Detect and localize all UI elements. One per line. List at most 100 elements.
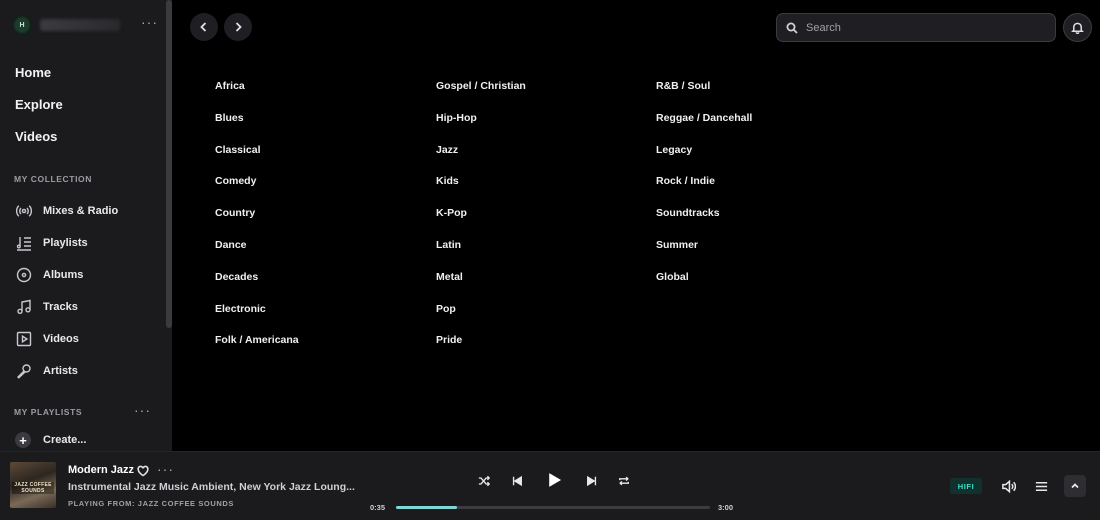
genre-link[interactable]: Pride xyxy=(436,334,526,366)
sidebar-item-label: Playlists xyxy=(43,237,88,249)
skip-next-icon xyxy=(587,475,597,487)
total-time: 3:00 xyxy=(718,503,734,512)
genre-link[interactable]: Comedy xyxy=(215,175,299,207)
playing-from[interactable]: PLAYING FROM: JAZZ COFFEE SOUNDS xyxy=(68,499,234,508)
heart-icon xyxy=(137,465,149,477)
shuffle-button[interactable] xyxy=(475,472,493,490)
genre-link[interactable]: Gospel / Christian xyxy=(436,80,526,112)
genre-link[interactable]: Blues xyxy=(215,112,299,144)
expand-player-button[interactable] xyxy=(1064,475,1086,497)
microphone-icon xyxy=(15,362,33,380)
elapsed-time: 0:35 xyxy=(370,503,386,512)
genre-link[interactable]: Folk / Americana xyxy=(215,334,299,366)
app: H ··· Home Explore Videos MY COLLECTION … xyxy=(0,0,1100,520)
album-cover-text: JAZZ COFFEE SOUNDS xyxy=(12,482,54,494)
previous-button[interactable] xyxy=(508,472,526,490)
genre-column-3: R&B / Soul Reggae / Dancehall Legacy Roc… xyxy=(656,80,752,303)
repeat-button[interactable] xyxy=(615,472,633,490)
genre-link[interactable]: Africa xyxy=(215,80,299,112)
my-playlists-heading: MY PLAYLISTS xyxy=(14,407,83,417)
sidebar-item-albums[interactable]: Albums xyxy=(15,259,118,291)
genre-link[interactable]: Classical xyxy=(215,144,299,176)
queue-button[interactable] xyxy=(1032,477,1050,495)
genre-link[interactable]: Hip-Hop xyxy=(436,112,526,144)
chevron-left-icon xyxy=(200,22,207,32)
play-button[interactable] xyxy=(543,469,565,491)
queue-icon xyxy=(1035,481,1047,491)
sidebar-item-tracks[interactable]: Tracks xyxy=(15,291,118,323)
play-icon xyxy=(549,473,562,487)
genre-link[interactable]: R&B / Soul xyxy=(656,80,752,112)
sidebar-item-videos[interactable]: Videos xyxy=(15,323,118,355)
back-button[interactable] xyxy=(190,13,218,41)
genre-link[interactable]: Summer xyxy=(656,239,752,271)
chevron-up-icon xyxy=(1071,483,1079,489)
notifications-button[interactable] xyxy=(1063,13,1092,42)
genre-link[interactable]: Decades xyxy=(215,271,299,303)
sidebar-item-playlists[interactable]: Playlists xyxy=(15,227,118,259)
genre-link[interactable]: Kids xyxy=(436,175,526,207)
collection-list: Mixes & Radio Playlists Albums Tracks Vi… xyxy=(15,195,118,387)
genre-column-1: Africa Blues Classical Comedy Country Da… xyxy=(215,80,299,366)
album-cover[interactable]: JAZZ COFFEE SOUNDS xyxy=(10,462,56,508)
profile[interactable]: H ··· xyxy=(12,12,162,38)
profile-more-icon[interactable]: ··· xyxy=(141,14,158,30)
radio-icon xyxy=(15,202,33,220)
nav-explore[interactable]: Explore xyxy=(15,96,63,128)
playlist-icon xyxy=(15,234,33,252)
music-note-icon xyxy=(15,298,33,316)
sidebar-item-label: Videos xyxy=(43,333,79,345)
genre-link[interactable]: Global xyxy=(656,271,752,303)
player-bar: JAZZ COFFEE SOUNDS Modern Jazz ··· Instr… xyxy=(0,451,1100,520)
avatar[interactable]: H xyxy=(12,15,32,35)
favorite-button[interactable] xyxy=(137,464,150,477)
search-icon xyxy=(786,22,798,34)
track-title[interactable]: Modern Jazz xyxy=(68,464,134,476)
search-box[interactable] xyxy=(776,13,1056,42)
genre-link[interactable]: Reggae / Dancehall xyxy=(656,112,752,144)
video-icon xyxy=(15,330,33,348)
genre-link[interactable]: Latin xyxy=(436,239,526,271)
search-input[interactable] xyxy=(804,20,1028,35)
chevron-right-icon xyxy=(235,22,242,32)
nav-home[interactable]: Home xyxy=(15,64,63,96)
shuffle-icon xyxy=(478,475,490,487)
genre-link[interactable]: Dance xyxy=(215,239,299,271)
sidebar-scrollbar[interactable] xyxy=(166,0,172,328)
nav-videos[interactable]: Videos xyxy=(15,128,63,160)
main-nav: Home Explore Videos xyxy=(15,64,63,160)
genre-link[interactable]: Metal xyxy=(436,271,526,303)
sidebar-item-artists[interactable]: Artists xyxy=(15,355,118,387)
skip-previous-icon xyxy=(512,475,522,487)
track-artist[interactable]: Instrumental Jazz Music Ambient, New Yor… xyxy=(68,481,355,493)
bell-icon xyxy=(1071,22,1084,34)
create-label: Create... xyxy=(43,434,87,446)
sidebar: H ··· Home Explore Videos MY COLLECTION … xyxy=(0,0,172,451)
progress-bar[interactable] xyxy=(396,506,710,509)
volume-button[interactable] xyxy=(999,477,1017,495)
repeat-icon xyxy=(619,476,629,486)
next-button[interactable] xyxy=(583,472,601,490)
track-more-icon[interactable]: ··· xyxy=(157,461,174,477)
sidebar-item-label: Tracks xyxy=(43,301,78,313)
genre-link[interactable]: Legacy xyxy=(656,144,752,176)
profile-name-blurred xyxy=(40,19,120,31)
create-playlist-button[interactable]: + Create... xyxy=(15,432,86,448)
playlists-more-icon[interactable]: ··· xyxy=(134,402,151,418)
genre-link[interactable]: Country xyxy=(215,207,299,239)
genre-column-2: Gospel / Christian Hip-Hop Jazz Kids K-P… xyxy=(436,80,526,366)
sidebar-item-label: Artists xyxy=(43,365,78,377)
forward-button[interactable] xyxy=(224,13,252,41)
genre-link[interactable]: Jazz xyxy=(436,144,526,176)
sidebar-item-mixes-radio[interactable]: Mixes & Radio xyxy=(15,195,118,227)
hifi-badge[interactable]: HIFI xyxy=(950,478,982,494)
genre-link[interactable]: Electronic xyxy=(215,303,299,335)
genre-link[interactable]: Soundtracks xyxy=(656,207,752,239)
volume-icon xyxy=(1001,479,1016,493)
genre-link[interactable]: Pop xyxy=(436,303,526,335)
sidebar-item-label: Albums xyxy=(43,269,84,281)
album-icon xyxy=(15,266,33,284)
genre-link[interactable]: Rock / Indie xyxy=(656,175,752,207)
genre-link[interactable]: K-Pop xyxy=(436,207,526,239)
sidebar-item-label: Mixes & Radio xyxy=(43,205,119,217)
